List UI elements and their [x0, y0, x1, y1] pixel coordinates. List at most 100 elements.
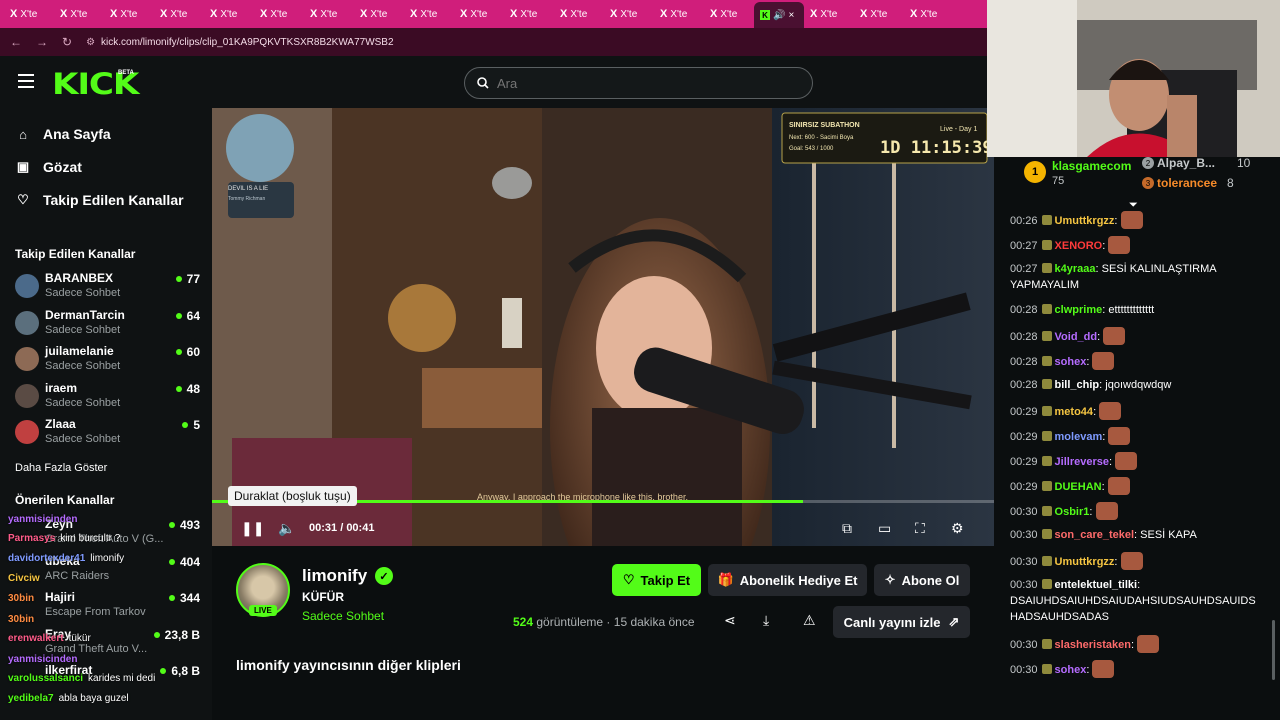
- browser-tab[interactable]: X X'te: [304, 3, 354, 25]
- pause-icon[interactable]: ❚❚: [241, 520, 264, 537]
- chat-username[interactable]: XENORO: [1055, 240, 1103, 252]
- tab-title: X'te: [920, 8, 938, 20]
- followed-channel-item[interactable]: Zlaaa Sadece Sohbet 5: [15, 417, 200, 451]
- browser-tab[interactable]: X X'te: [804, 3, 854, 25]
- followed-channel-item[interactable]: juilamelanie Sadece Sohbet 60: [15, 344, 200, 378]
- browser-tab[interactable]: X X'te: [204, 3, 254, 25]
- chat-username[interactable]: entelektuel_tilki: [1055, 579, 1138, 591]
- reload-icon[interactable]: ↻: [62, 35, 72, 49]
- chat-username[interactable]: meto44: [1055, 406, 1094, 418]
- streamer-name[interactable]: limonify: [302, 566, 367, 586]
- download-icon[interactable]: ⤓: [763, 612, 769, 629]
- followed-channel-item[interactable]: BARANBEX Sadece Sohbet 77: [15, 271, 200, 305]
- browser-tab[interactable]: X X'te: [704, 3, 754, 25]
- chat-text: jqoıwdqwdqw: [1105, 379, 1172, 391]
- recommended-channel-item[interactable]: Hajiri Escape From Tarkov 344: [15, 590, 200, 624]
- browser-tab[interactable]: X X'te: [504, 3, 554, 25]
- watch-live-button[interactable]: Canlı yayını izle ⇗: [833, 606, 970, 638]
- overlay-chat-user: yanmisicinden: [8, 514, 78, 525]
- chat-username[interactable]: slasheristaken: [1055, 639, 1131, 651]
- chat-colon: :: [1101, 481, 1108, 493]
- browser-tab[interactable]: X X'te: [554, 3, 604, 25]
- browser-tab[interactable]: X X'te: [404, 3, 454, 25]
- back-icon[interactable]: ←: [10, 35, 22, 49]
- tab-title: X'te: [720, 8, 738, 20]
- viewer-count-value: 493: [179, 518, 200, 532]
- site-info-icon[interactable]: ⚙: [86, 37, 95, 48]
- viewer-count: 404: [168, 555, 200, 569]
- chat-username[interactable]: Umuttkrgzz: [1055, 556, 1115, 568]
- chat-text: SESİ KAPA: [1140, 529, 1197, 541]
- chat-username[interactable]: Jillreverse: [1055, 456, 1109, 468]
- channel-category: Grand Theft Auto V...: [45, 642, 148, 655]
- url-text[interactable]: kick.com/limonify/clips/clip_01KA9PQKVTK…: [101, 37, 394, 48]
- chat-username[interactable]: Void_dd: [1055, 331, 1098, 343]
- browser-tab[interactable]: X X'te: [54, 3, 104, 25]
- gift-subscription-button[interactable]: 🎁 Abonelik Hediye Et: [708, 564, 867, 596]
- live-dot-icon: [175, 276, 182, 282]
- viewer-count-value: 6,8 B: [171, 664, 200, 678]
- music-card-artist: Tommy Richman: [228, 196, 266, 202]
- subscribe-button[interactable]: ✧ Abone Ol: [874, 564, 970, 596]
- audio-icon: 🔊: [773, 9, 786, 21]
- nav-browse[interactable]: ▣ Gözat: [16, 159, 82, 175]
- followed-channel-item[interactable]: iraem Sadece Sohbet 48: [15, 381, 200, 415]
- x-favicon-icon: X: [310, 8, 318, 20]
- chat-scrollbar[interactable]: [1272, 620, 1275, 680]
- followed-channel-item[interactable]: DermanTarcin Sadece Sohbet 64: [15, 308, 200, 342]
- browser-tab[interactable]: X X'te: [154, 3, 204, 25]
- chat-username[interactable]: k4yraaa: [1055, 263, 1096, 275]
- browser-tab[interactable]: K 🔊 ×: [754, 2, 804, 28]
- sub-badge-icon: [1041, 481, 1052, 491]
- chat-username[interactable]: clwprime: [1055, 304, 1103, 316]
- chat-username[interactable]: Umuttkrgzz: [1055, 215, 1115, 227]
- browser-tab[interactable]: X X'te: [904, 3, 954, 25]
- x-favicon-icon: X: [210, 8, 218, 20]
- leader-1-name[interactable]: klasgamecom: [1052, 159, 1131, 173]
- search-input[interactable]: [497, 75, 777, 91]
- browser-tab[interactable]: X X'te: [104, 3, 154, 25]
- nav-home-label: Ana Sayfa: [43, 126, 111, 142]
- close-tab-icon[interactable]: ×: [788, 10, 794, 21]
- followed-channels-title: Takip Edilen Kanallar: [15, 247, 136, 261]
- search-bar[interactable]: [464, 67, 813, 99]
- overlay-chat-text: kim burcultr ?: [60, 533, 121, 544]
- tab-title: X'te: [270, 8, 288, 20]
- pip-icon[interactable]: ⧉: [842, 520, 852, 537]
- chat-username[interactable]: bill_chip: [1055, 379, 1100, 391]
- chat-username[interactable]: sohex: [1055, 664, 1087, 676]
- show-more-link[interactable]: Daha Fazla Göster: [15, 462, 107, 474]
- gift-label: Abonelik Hediye Et: [739, 572, 858, 588]
- forward-icon[interactable]: →: [36, 35, 48, 49]
- follow-button[interactable]: ♡ Takip Et: [612, 564, 701, 596]
- browser-tab[interactable]: X X'te: [454, 3, 504, 25]
- settings-icon[interactable]: ⚙: [951, 520, 964, 537]
- browser-tab[interactable]: X X'te: [854, 3, 904, 25]
- browser-tab[interactable]: X X'te: [4, 3, 54, 25]
- hamburger-menu-icon[interactable]: [18, 74, 34, 88]
- chat-username[interactable]: DUEHAN: [1055, 481, 1102, 493]
- browser-tab[interactable]: X X'te: [604, 3, 654, 25]
- clip-category[interactable]: Sadece Sohbet: [302, 609, 384, 623]
- leader-2-name[interactable]: Alpay_B...: [1157, 156, 1215, 170]
- channel-category: Escape From Tarkov: [45, 606, 146, 618]
- chat-username[interactable]: son_care_tekel: [1055, 529, 1135, 541]
- chat-username[interactable]: sohex: [1055, 356, 1087, 368]
- tab-title: X'te: [170, 8, 188, 20]
- x-favicon-icon: X: [860, 8, 868, 20]
- fullscreen-icon[interactable]: ⛶: [915, 520, 925, 537]
- video-player[interactable]: [212, 108, 994, 546]
- nav-home[interactable]: ⌂ Ana Sayfa: [16, 126, 111, 142]
- chat-username[interactable]: Osbir1: [1055, 506, 1090, 518]
- leader-3-name[interactable]: tolerancee: [1157, 176, 1217, 190]
- chat-username[interactable]: molevam: [1055, 431, 1103, 443]
- share-icon[interactable]: ⋖: [724, 612, 736, 629]
- browser-tab[interactable]: X X'te: [254, 3, 304, 25]
- nav-following[interactable]: ♡ Takip Edilen Kanallar: [16, 192, 183, 208]
- browser-tab[interactable]: X X'te: [354, 3, 404, 25]
- browser-tab[interactable]: X X'te: [654, 3, 704, 25]
- report-icon[interactable]: ⚠: [803, 612, 816, 629]
- volume-icon[interactable]: 🔈: [278, 520, 295, 537]
- chat-text: SESİ KALINLAŞTIRMA YAPMAYALIM: [1010, 263, 1216, 291]
- theater-mode-icon[interactable]: ▭: [878, 520, 891, 537]
